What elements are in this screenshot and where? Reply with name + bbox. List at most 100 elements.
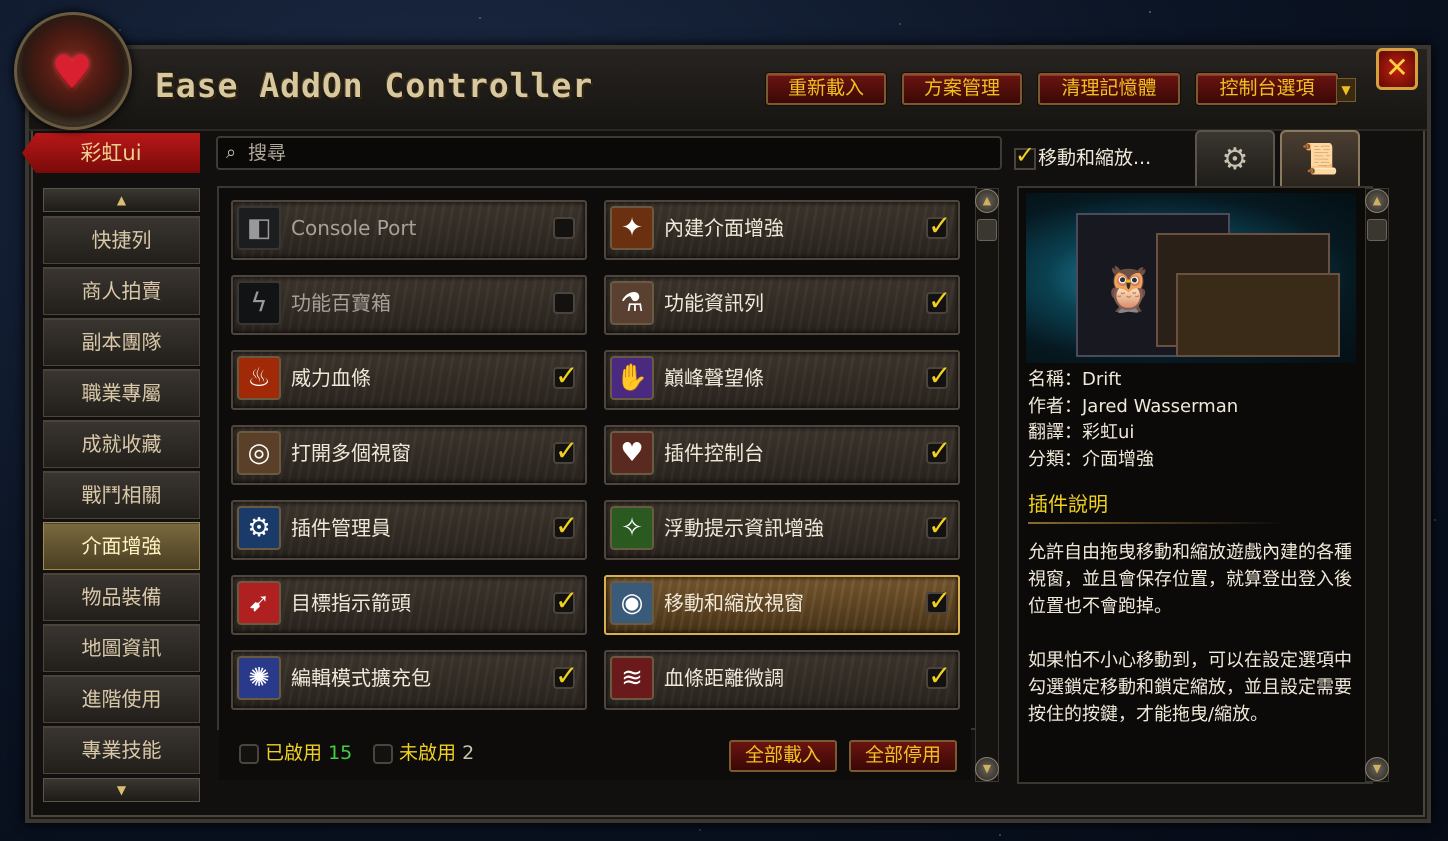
sidebar-category[interactable]: 戰鬥相關 <box>43 471 200 519</box>
checkbox[interactable]: ✓ <box>1014 141 1036 170</box>
addon-row[interactable]: ◉ 移動和縮放視窗 ✓ <box>604 575 960 635</box>
sidebar-category[interactable]: 介面增強 <box>43 522 200 570</box>
checkmark-icon: ✓ <box>928 659 952 692</box>
addon-enable-checkbox[interactable]: ✓ <box>926 509 951 542</box>
addon-enable-checkbox[interactable]: ✓ <box>926 584 951 617</box>
chevron-up-icon: ▲ <box>116 193 127 207</box>
sidebar-category[interactable]: 進階使用 <box>43 675 200 723</box>
addon-row[interactable]: ϟ 功能百寶箱 <box>231 275 587 335</box>
sidebar-category[interactable]: 副本團隊 <box>43 318 200 366</box>
addon-row[interactable]: ✦ 內建介面增強 ✓ <box>604 200 960 260</box>
addon-translator: 翻譯：彩虹ui <box>1028 422 1135 443</box>
sidebar-category[interactable]: 成就收藏 <box>43 420 200 468</box>
addon-enable-checkbox[interactable]: ✓ <box>926 434 951 467</box>
addon-manager-icon: ⚙ <box>237 506 281 550</box>
addon-row[interactable]: ⚗ 功能資訊列 ✓ <box>604 275 960 335</box>
addon-label: 移動和縮放視窗 <box>664 591 804 615</box>
addon-author: 作者：Jared Wasserman <box>1028 396 1239 417</box>
addon-row[interactable]: ◎ 打開多個視窗 ✓ <box>231 425 587 485</box>
addon-category: 分類：介面增強 <box>1028 449 1154 470</box>
addon-label: 插件管理員 <box>291 516 391 540</box>
addon-enable-checkbox[interactable]: ✓ <box>926 659 951 692</box>
disable-all-button[interactable]: 全部停用 <box>849 740 957 772</box>
addon-enable-checkbox[interactable]: ✓ <box>553 509 578 542</box>
move-scale-checkbox[interactable]: ✓ 移動和縮放... <box>1014 141 1151 170</box>
sidebar-category[interactable]: 地圖資訊 <box>43 624 200 672</box>
move-scale-icon: ◉ <box>610 581 654 625</box>
profile-manager-button[interactable]: 方案管理 <box>902 73 1022 105</box>
addon-row[interactable]: ✋ 巔峰聲望條 ✓ <box>604 350 960 410</box>
addon-row[interactable]: ♨ 威力血條 ✓ <box>231 350 587 410</box>
divider <box>1028 522 1286 524</box>
console-options-button[interactable]: 控制台選項 <box>1196 73 1338 105</box>
addon-enable-checkbox[interactable]: ✓ <box>553 434 578 467</box>
addon-row[interactable]: ♥ 插件控制台 ✓ <box>604 425 960 485</box>
sidebar-category[interactable]: 商人拍賣 <box>43 267 200 315</box>
detail-scroll-down-button[interactable]: ▼ <box>1365 757 1389 781</box>
checkmark-icon: ✓ <box>928 284 952 317</box>
close-button[interactable]: ✕ <box>1376 48 1418 90</box>
disabled-filter-checkbox[interactable] <box>373 744 393 764</box>
addon-list-scrollbar[interactable]: ▲ ▼ <box>975 188 999 782</box>
addon-label: 威力血條 <box>291 366 371 390</box>
sidebar-scroll-down[interactable]: ▼ <box>43 778 200 802</box>
addon-row[interactable]: ➹ 目標指示箭頭 ✓ <box>231 575 587 635</box>
list-footer: 已啟用 15 未啟用 2 全部載入 全部停用 <box>219 728 971 780</box>
load-all-button[interactable]: 全部載入 <box>729 740 837 772</box>
addon-label: 插件控制台 <box>664 441 764 465</box>
addon-control-icon: ♥ <box>610 431 654 475</box>
scroll-icon: 📜 <box>1301 142 1339 177</box>
checkmark-icon: ✓ <box>928 359 952 392</box>
addon-enable-checkbox[interactable] <box>553 217 575 239</box>
profile-tab[interactable]: 彩虹ui <box>22 133 200 173</box>
scroll-up-button[interactable]: ▲ <box>975 189 999 213</box>
addon-row[interactable]: ✺ 編輯模式擴充包 ✓ <box>231 650 587 710</box>
scroll-down-button[interactable]: ▼ <box>975 757 999 781</box>
sidebar-category[interactable]: 職業專屬 <box>43 369 200 417</box>
sidebar-category[interactable]: 快捷列 <box>43 216 200 264</box>
addon-enable-checkbox[interactable] <box>553 292 575 314</box>
tab-info[interactable]: 📜 <box>1280 130 1360 188</box>
description-paragraph-1: 允許自由拖曳移動和縮放遊戲內建的各種視窗，並且會保存位置，就算登出登入後位置也不… <box>1028 542 1352 617</box>
multi-window-icon: ◎ <box>237 431 281 475</box>
scroll-thumb[interactable] <box>977 219 997 241</box>
reload-button[interactable]: 重新載入 <box>766 73 886 105</box>
edit-mode-icon: ✺ <box>237 656 281 700</box>
info-bar-icon: ⚗ <box>610 281 654 325</box>
power-bar-icon: ♨ <box>237 356 281 400</box>
addon-enable-checkbox[interactable]: ✓ <box>926 209 951 242</box>
sidebar-category[interactable]: 專業技能 <box>43 726 200 774</box>
addon-row[interactable]: ✧ 浮動提示資訊增強 ✓ <box>604 500 960 560</box>
tooltip-icon: ✧ <box>610 506 654 550</box>
search-input[interactable]: ⌕ 搜尋 <box>216 136 1002 170</box>
owl-figure-icon: 🦉 <box>1101 264 1156 315</box>
target-arrow-icon: ➹ <box>237 581 281 625</box>
detail-scrollbar[interactable]: ▲ ▼ <box>1365 188 1389 782</box>
addon-enable-checkbox[interactable]: ✓ <box>926 359 951 392</box>
gear-icon: ⚙ <box>1221 142 1249 177</box>
sidebar-scroll-up[interactable]: ▲ <box>43 188 200 212</box>
addon-row[interactable]: ≋ 血條距離微調 ✓ <box>604 650 960 710</box>
window-title: Ease AddOn Controller <box>155 66 594 105</box>
addon-row[interactable]: ⚙ 插件管理員 ✓ <box>231 500 587 560</box>
disabled-count: 2 <box>462 742 475 764</box>
sidebar-category[interactable]: 物品裝備 <box>43 573 200 621</box>
tab-settings[interactable]: ⚙ <box>1195 130 1275 188</box>
addon-label: 血條距離微調 <box>664 666 784 690</box>
console-port-icon: ◧ <box>237 206 281 250</box>
detail-scroll-up-button[interactable]: ▲ <box>1365 189 1389 213</box>
addon-label: 目標指示箭頭 <box>291 591 411 615</box>
addon-enable-checkbox[interactable]: ✓ <box>553 359 578 392</box>
nameplate-range-icon: ≋ <box>610 656 654 700</box>
addon-enable-checkbox[interactable]: ✓ <box>553 659 578 692</box>
enabled-filter-checkbox[interactable] <box>239 744 259 764</box>
addon-name: 名稱：Drift <box>1028 369 1122 390</box>
addon-enable-checkbox[interactable]: ✓ <box>926 284 951 317</box>
detail-scroll-thumb[interactable] <box>1367 219 1387 241</box>
chevron-down-icon[interactable]: ▼ <box>1336 78 1356 102</box>
addon-enable-checkbox[interactable]: ✓ <box>553 584 578 617</box>
addon-label: 巔峰聲望條 <box>664 366 764 390</box>
checkmark-icon: ✓ <box>555 584 579 617</box>
clear-memory-button[interactable]: 清理記憶體 <box>1038 73 1180 105</box>
addon-row[interactable]: ◧ Console Port <box>231 200 587 260</box>
